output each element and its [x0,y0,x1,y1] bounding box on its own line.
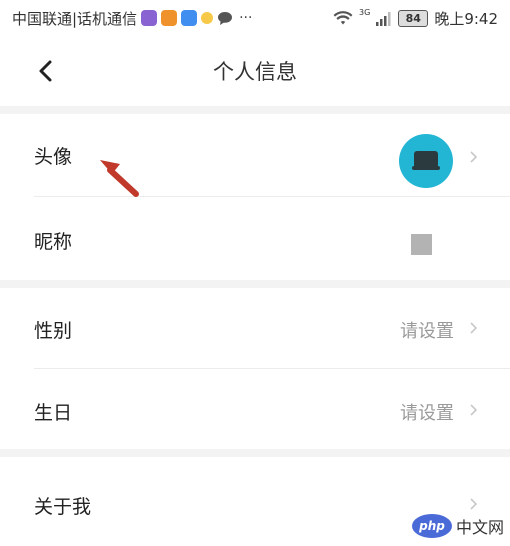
status-bar: 中国联通|话机通信 ··· 3G 84 晚上9:42 [0,0,510,36]
annotation-arrow-icon [100,160,139,197]
clock: 晚上9:42 [434,9,498,28]
nav-header: 个人信息 [0,36,510,106]
notification-icons [141,10,233,26]
app-icon-orange [161,10,178,26]
app-icon-blue [181,10,198,26]
status-right: 3G 84 晚上9:42 [333,0,498,36]
row-label: 昵称 [34,231,73,253]
row-gender[interactable]: 性别 请设置 [0,288,510,368]
row-birthday[interactable]: 生日 请设置 [0,369,510,449]
app-icon-yellow [201,12,214,24]
row-value: 请设置 [400,403,454,424]
nickname-placeholder [411,234,432,255]
row-label: 关于我 [34,496,92,518]
app-icon-purple [141,10,158,26]
more-notifications: ··· [239,10,253,26]
chevron-right-icon [470,322,478,334]
row-label: 头像 [34,146,73,168]
chevron-right-icon [470,498,478,510]
section-divider [0,449,510,457]
chevron-right-icon [470,404,478,416]
page-title: 个人信息 [213,60,297,84]
avatar-image-icon [412,151,440,170]
message-icon [218,11,233,25]
row-label: 性别 [34,320,73,342]
row-label: 生日 [34,402,73,424]
row-nickname[interactable]: 昵称 [0,197,510,280]
row-value: 请设置 [400,321,454,342]
network-type: 3G [359,7,371,17]
watermark-logo: php [411,514,452,538]
watermark: php 中文网 [411,512,504,540]
section-divider [0,280,510,288]
watermark-text: 中文网 [455,518,504,537]
section-divider [0,106,510,114]
avatar[interactable] [399,134,453,188]
row-avatar[interactable]: 头像 [0,114,510,196]
chevron-right-icon [470,151,478,163]
battery-icon: 84 [398,9,429,27]
wifi-icon [333,10,353,24]
carrier-label: 中国联通|话机通信 [12,9,138,28]
signal-icon [376,11,391,26]
